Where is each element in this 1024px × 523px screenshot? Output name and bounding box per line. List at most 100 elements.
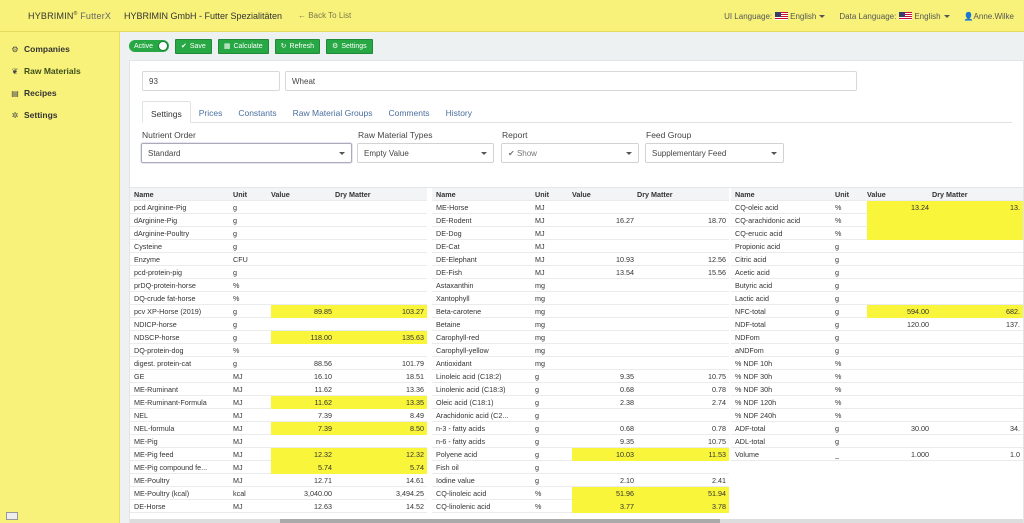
header-value[interactable]: Value [867,188,932,201]
nutrient-value[interactable] [572,227,637,240]
tab-history[interactable]: History [438,101,480,123]
nutrient-value[interactable] [867,357,932,370]
nutrient-dry-matter[interactable] [932,396,1023,409]
nutrient-value[interactable] [867,383,932,396]
nutrient-value[interactable]: 594.00 [867,305,932,318]
nutrient-value[interactable] [867,253,932,266]
nutrient-value[interactable]: 7.39 [271,409,335,422]
nutrient-value[interactable]: 11.62 [271,383,335,396]
nutrient-value[interactable] [572,240,637,253]
nutrient-dry-matter[interactable] [335,292,427,305]
nutrient-dry-matter[interactable] [932,227,1023,240]
nutrient-dry-matter[interactable]: 103.27 [335,305,427,318]
nutrient-dry-matter[interactable] [637,318,729,331]
nutrient-dry-matter[interactable] [932,344,1023,357]
nutrient-dry-matter[interactable] [932,383,1023,396]
nutrient-value[interactable]: 9.35 [572,435,637,448]
nutrient-value[interactable] [867,331,932,344]
header-value[interactable]: Value [572,188,637,201]
nutrient-dry-matter[interactable]: 2.74 [637,396,729,409]
nutrient-value[interactable]: 120.00 [867,318,932,331]
tab-constants[interactable]: Constants [230,101,284,123]
nutrient-value[interactable] [271,435,335,448]
nutrient-dry-matter[interactable] [637,344,729,357]
nutrient-value[interactable]: 0.68 [572,422,637,435]
horizontal-scrollbar[interactable] [130,519,1023,523]
nutrient-value[interactable] [271,240,335,253]
nutrient-value[interactable]: 12.71 [271,474,335,487]
nutrient-dry-matter[interactable] [335,435,427,448]
nutrient-value[interactable]: 118.00 [271,331,335,344]
nutrient-dry-matter[interactable] [335,318,427,331]
nutrient-value[interactable]: 10.93 [572,253,637,266]
nutrient-dry-matter[interactable] [932,357,1023,370]
nutrient-value[interactable] [867,370,932,383]
sidebar-collapse-toggle[interactable] [6,512,18,520]
nutrient-value[interactable] [271,344,335,357]
nutrient-dry-matter[interactable] [335,240,427,253]
nutrient-dry-matter[interactable]: 18.70 [637,214,729,227]
nutrient-value[interactable] [867,435,932,448]
calculate-button[interactable]: ▦ Calculate [217,38,269,54]
settings-button[interactable]: ⚙ Settings [326,38,373,54]
nutrient-dry-matter[interactable] [932,279,1023,292]
nutrient-dry-matter[interactable] [637,331,729,344]
nutrient-value[interactable] [867,292,932,305]
save-button[interactable]: ✔ Save [175,38,212,54]
nutrient-value[interactable]: 2.38 [572,396,637,409]
nutrient-value[interactable] [271,214,335,227]
nutrient-dry-matter[interactable]: 1.0 [932,448,1023,461]
header-name[interactable]: Name [130,188,228,201]
nutrient-value[interactable]: 11.62 [271,396,335,409]
nutrient-dry-matter[interactable]: 8.50 [335,422,427,435]
nutrient-value[interactable]: 5.74 [271,461,335,474]
nutrient-value[interactable] [572,461,637,474]
nutrient-value[interactable] [271,318,335,331]
nutrient-dry-matter[interactable] [637,227,729,240]
nutrient-value[interactable] [867,279,932,292]
nutrient-value[interactable]: 12.63 [271,500,335,513]
nutrient-value[interactable]: 88.56 [271,357,335,370]
nutrient-dry-matter[interactable]: 0.78 [637,383,729,396]
nutrient-value[interactable] [271,279,335,292]
nutrient-dry-matter[interactable]: 101.79 [335,357,427,370]
nutrient-dry-matter[interactable]: 8.49 [335,409,427,422]
raw-material-types-select[interactable]: Empty Value [357,143,494,163]
nutrient-dry-matter[interactable] [637,305,729,318]
sidebar-item-companies[interactable]: ⚙ Companies [0,38,119,60]
sidebar-item-settings[interactable]: ✲ Settings [0,104,119,126]
nutrient-value[interactable] [271,266,335,279]
nutrient-dry-matter[interactable] [335,227,427,240]
header-unit[interactable]: Unit [233,188,269,201]
header-name[interactable]: Name [731,188,831,201]
nutrient-dry-matter[interactable] [932,240,1023,253]
nutrient-dry-matter[interactable]: 11.53 [637,448,729,461]
nutrient-value[interactable]: 0.68 [572,383,637,396]
nutrient-value[interactable] [572,279,637,292]
refresh-button[interactable]: ↻ Refresh [274,38,321,54]
nutrient-dry-matter[interactable]: 3,494.25 [335,487,427,500]
nutrient-dry-matter[interactable]: 13.36 [335,383,427,396]
material-id-input[interactable]: 93 [142,71,280,91]
nutrient-dry-matter[interactable] [637,357,729,370]
nutrient-value[interactable] [572,344,637,357]
nutrient-dry-matter[interactable] [335,214,427,227]
nutrient-dry-matter[interactable] [637,409,729,422]
user-menu[interactable]: 👤Anne.Wilke [964,12,1014,21]
nutrient-value[interactable] [867,344,932,357]
nutrient-value[interactable] [867,227,932,240]
nutrient-value[interactable]: 89.85 [271,305,335,318]
brand-logo[interactable]: HYBRIMIN® FutterX [0,11,120,21]
nutrient-value[interactable] [271,227,335,240]
nutrient-dry-matter[interactable] [335,279,427,292]
sidebar-item-recipes[interactable]: ▤ Recipes [0,82,119,104]
tab-comments[interactable]: Comments [380,101,437,123]
nutrient-dry-matter[interactable] [932,435,1023,448]
nutrient-value[interactable]: 30.00 [867,422,932,435]
nutrient-value[interactable] [867,266,932,279]
nutrient-dry-matter[interactable]: 14.52 [335,500,427,513]
tab-settings[interactable]: Settings [142,101,191,123]
ui-language-selector[interactable]: UI Language: English [724,11,826,21]
nutrient-value[interactable]: 13.54 [572,266,637,279]
header-name[interactable]: Name [432,188,532,201]
